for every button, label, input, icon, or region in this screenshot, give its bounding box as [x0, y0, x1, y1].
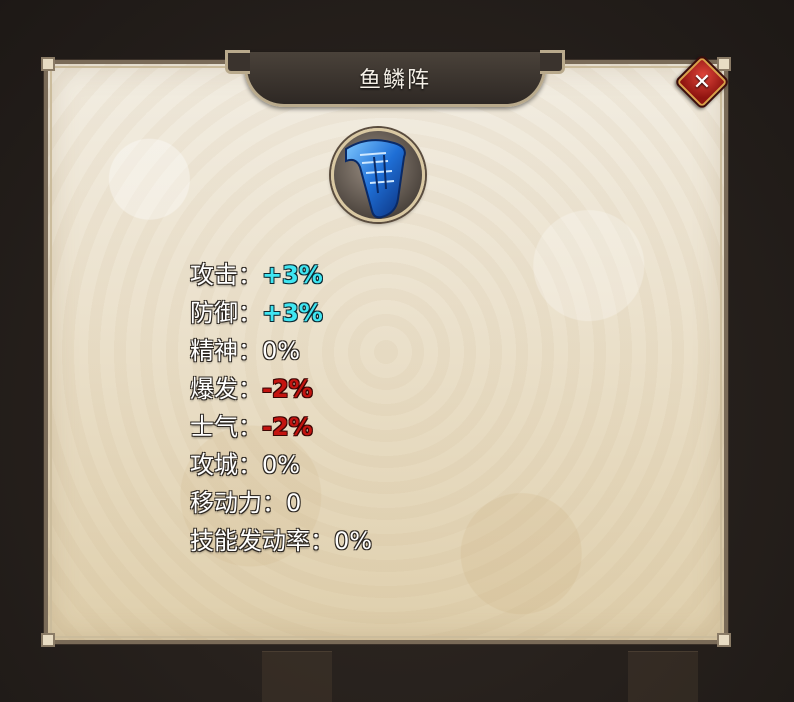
background-panel [628, 651, 698, 702]
background-panel [262, 651, 332, 702]
stat-row-spirit: 精神： 0% [190, 332, 372, 370]
formation-scroll-icon [345, 139, 406, 219]
stat-row-siege: 攻城： 0% [190, 446, 372, 484]
stat-row-burst: 爆发： -2% [190, 370, 372, 408]
stat-row-attack: 攻击： +3% [190, 256, 372, 294]
stat-label: 士气： [190, 413, 262, 441]
stat-value: +3% [262, 299, 323, 327]
formation-emblem [331, 128, 425, 222]
stat-value: +3% [262, 261, 323, 289]
stat-label: 移动力： [190, 489, 286, 517]
stat-row-skill-trigger-rate: 技能发动率： 0% [190, 522, 372, 560]
dialog-title-tab: 鱼鳞阵 [225, 50, 565, 107]
stat-label: 技能发动率： [190, 527, 334, 555]
stat-value: 0% [262, 451, 301, 479]
dialog-title: 鱼鳞阵 [358, 68, 431, 93]
stat-label: 攻城： [190, 451, 262, 479]
frame-corner [717, 633, 731, 647]
stat-value: -2% [262, 413, 313, 441]
stat-label: 攻击： [190, 261, 262, 289]
stat-value: -2% [262, 375, 313, 403]
stat-row-movement: 移动力： 0 [190, 484, 372, 522]
stat-label: 爆发： [190, 375, 262, 403]
stat-value: 0% [262, 337, 301, 365]
stat-list: 攻击： +3% 防御： +3% 精神： 0% 爆发： -2% 士气： -2% 攻… [190, 256, 372, 560]
frame-corner [41, 57, 55, 71]
stat-value: 0% [334, 527, 373, 555]
stat-label: 防御： [190, 299, 262, 327]
stat-row-morale: 士气： -2% [190, 408, 372, 446]
close-icon: ✕ [692, 69, 712, 95]
stat-label: 精神： [190, 337, 262, 365]
stat-row-defense: 防御： +3% [190, 294, 372, 332]
frame-corner [41, 633, 55, 647]
stat-value: 0 [286, 489, 302, 517]
